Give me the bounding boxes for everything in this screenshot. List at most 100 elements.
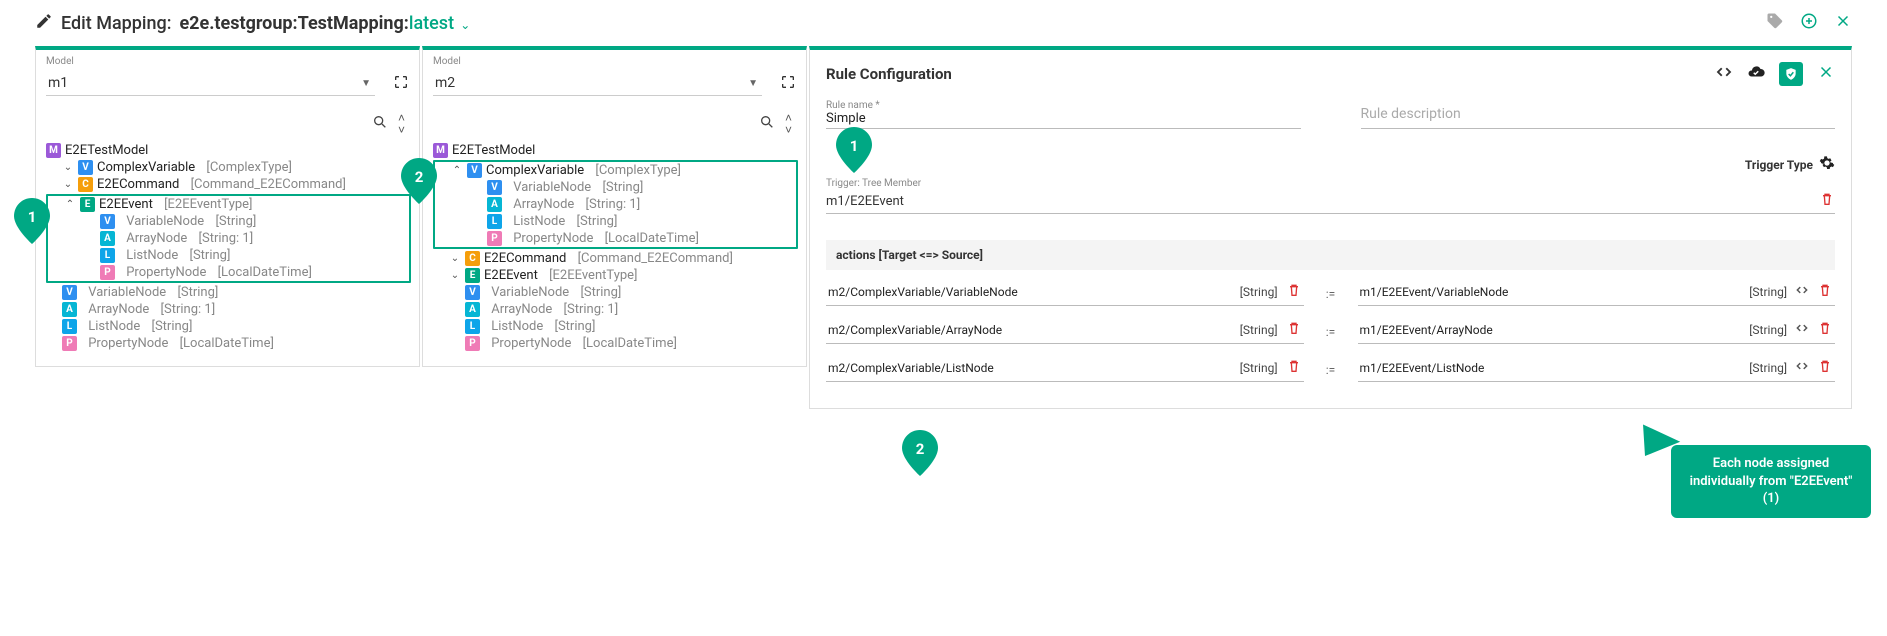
- tree-row[interactable]: V VariableNode [String]: [46, 284, 411, 301]
- action-target[interactable]: m2/ComplexVariable/ArrayNode [String]: [826, 320, 1304, 344]
- tree-row[interactable]: V VariableNode [String]: [435, 179, 796, 196]
- edit-icon: [35, 12, 53, 34]
- close-icon[interactable]: [1834, 12, 1852, 34]
- tree-row-root[interactable]: M E2ETestModel: [433, 142, 798, 159]
- page-title-label: Edit Mapping:: [61, 13, 171, 34]
- tree-row[interactable]: L ListNode [String]: [46, 318, 411, 335]
- badge-V-icon: V: [62, 285, 77, 300]
- rule-name-field[interactable]: Rule name * Simple: [826, 100, 1301, 129]
- chevron-down-icon[interactable]: ⌄: [62, 162, 74, 173]
- panels-container: Model m1 ▼ ˄˅ M E2ETestModel ⌄ V: [0, 46, 1887, 439]
- callout-marker-2-rule: 2: [902, 430, 938, 476]
- action-row: m2/ComplexVariable/VariableNode [String]…: [826, 282, 1835, 306]
- trigger-type-label: Trigger Type: [1745, 158, 1813, 172]
- chevron-down-icon[interactable]: ⌄: [62, 179, 74, 190]
- caret-down-icon: ▼: [748, 78, 758, 89]
- code-icon[interactable]: [1715, 63, 1733, 85]
- callout-marker-1: 1: [14, 198, 50, 244]
- note-callout: Each node assigned individually from "E2…: [1671, 445, 1871, 518]
- rule-desc-field[interactable]: Rule description: [1361, 100, 1836, 129]
- fullscreen-icon[interactable]: [780, 74, 796, 94]
- badge-A-icon: A: [487, 197, 502, 212]
- shield-check-icon[interactable]: [1779, 62, 1803, 86]
- chevron-down-icon[interactable]: ⌄: [449, 270, 461, 281]
- tree-row[interactable]: A ArrayNode [String: 1]: [46, 301, 411, 318]
- tree-row[interactable]: A ArrayNode [String: 1]: [48, 230, 409, 247]
- model-panel-m1: Model m1 ▼ ˄˅ M E2ETestModel ⌄ V: [35, 46, 420, 367]
- tree-row[interactable]: L ListNode [String]: [435, 213, 796, 230]
- badge-L-icon: L: [465, 319, 480, 334]
- tree-row[interactable]: ⌄ V ComplexVariable [ComplexType]: [46, 159, 411, 176]
- tree-row[interactable]: A ArrayNode [String: 1]: [435, 196, 796, 213]
- model-select-m1[interactable]: m1 ▼: [46, 71, 375, 96]
- model-panel-m2: Model m2 ▼ ˄˅ M E2ETestModel ⌃: [422, 46, 807, 367]
- code-icon[interactable]: [1795, 359, 1809, 376]
- tag-icon[interactable]: [1766, 12, 1784, 34]
- delete-icon[interactable]: [1819, 191, 1835, 211]
- tree-row[interactable]: ⌄ C E2ECommand [Command_E2ECommand]: [433, 250, 798, 267]
- fullscreen-icon[interactable]: [393, 74, 409, 94]
- delete-icon[interactable]: [1817, 320, 1833, 339]
- chevron-down-icon[interactable]: ⌄: [457, 18, 470, 32]
- tree-row-e2eevent[interactable]: ⌃ E E2EEvent [E2EEventType]: [48, 196, 409, 213]
- mapping-version[interactable]: latest: [409, 13, 454, 34]
- tree-row[interactable]: P PropertyNode [LocalDateTime]: [48, 264, 409, 281]
- tree-row[interactable]: A ArrayNode [String: 1]: [433, 301, 798, 318]
- action-target[interactable]: m2/ComplexVariable/ListNode [String]: [826, 358, 1304, 382]
- actions-list: m2/ComplexVariable/VariableNode [String]…: [826, 282, 1835, 382]
- tree-row[interactable]: P PropertyNode [LocalDateTime]: [46, 335, 411, 352]
- code-icon[interactable]: [1795, 321, 1809, 338]
- chevron-up-icon[interactable]: ⌃: [64, 199, 76, 210]
- rule-config-panel: Rule Configuration Rule name * Simple Ru…: [809, 46, 1852, 409]
- tree-row[interactable]: L ListNode [String]: [48, 247, 409, 264]
- badge-P-icon: P: [487, 231, 502, 246]
- page-header: Edit Mapping: e2e.testgroup:TestMapping:…: [0, 0, 1887, 46]
- gear-icon[interactable]: [1819, 155, 1835, 174]
- chevron-down-icon[interactable]: ⌄: [449, 253, 461, 264]
- action-source[interactable]: m1/E2EEvent/ListNode [String]: [1358, 358, 1836, 382]
- assign-operator: :=: [1322, 325, 1340, 339]
- delete-icon[interactable]: [1817, 282, 1833, 301]
- expand-collapse-icon[interactable]: ˄˅: [398, 112, 405, 136]
- badge-V-icon: V: [467, 163, 482, 178]
- action-row: m2/ComplexVariable/ListNode [String] := …: [826, 358, 1835, 382]
- delete-icon[interactable]: [1286, 320, 1302, 339]
- model-select-m2[interactable]: m2 ▼: [433, 71, 762, 96]
- search-icon[interactable]: [372, 114, 388, 134]
- actions-header: actions [Target <=> Source]: [826, 240, 1835, 270]
- tree-row[interactable]: P PropertyNode [LocalDateTime]: [435, 230, 796, 247]
- tree-row-complexvar[interactable]: ⌃ V ComplexVariable [ComplexType]: [435, 162, 796, 179]
- model-tree-m2: M E2ETestModel ⌃ V ComplexVariable [Comp…: [423, 142, 806, 366]
- search-icon[interactable]: [759, 114, 775, 134]
- badge-C-icon: C: [78, 177, 93, 192]
- chevron-up-icon[interactable]: ⌃: [451, 165, 463, 176]
- delete-icon[interactable]: [1286, 358, 1302, 377]
- trigger-value-row[interactable]: m1/E2EEvent: [826, 189, 1835, 214]
- badge-L-icon: L: [100, 248, 115, 263]
- caret-down-icon: ▼: [361, 78, 371, 89]
- cloud-check-icon[interactable]: [1747, 63, 1765, 85]
- tree-row[interactable]: V VariableNode [String]: [433, 284, 798, 301]
- action-source[interactable]: m1/E2EEvent/ArrayNode [String]: [1358, 320, 1836, 344]
- action-row: m2/ComplexVariable/ArrayNode [String] :=…: [826, 320, 1835, 344]
- trigger-block: Trigger Type Trigger: Tree Member m1/E2E…: [826, 155, 1835, 214]
- tree-row[interactable]: ⌄ C E2ECommand [Command_E2ECommand]: [46, 176, 411, 193]
- delete-icon[interactable]: [1286, 282, 1302, 301]
- highlighted-group: ⌃ V ComplexVariable [ComplexType] V Vari…: [433, 160, 798, 249]
- expand-collapse-icon[interactable]: ˄˅: [785, 112, 792, 136]
- add-circle-icon[interactable]: [1800, 12, 1818, 34]
- action-target[interactable]: m2/ComplexVariable/VariableNode [String]: [826, 282, 1304, 306]
- tree-row[interactable]: ⌄ E E2EEvent [E2EEventType]: [433, 267, 798, 284]
- model-tree-m1: M E2ETestModel ⌄ V ComplexVariable [Comp…: [36, 142, 419, 366]
- tree-row[interactable]: L ListNode [String]: [433, 318, 798, 335]
- tree-row[interactable]: V VariableNode [String]: [48, 213, 409, 230]
- model-label: Model: [36, 50, 419, 67]
- tree-row[interactable]: P PropertyNode [LocalDateTime]: [433, 335, 798, 352]
- tree-row-root[interactable]: M E2ETestModel: [46, 142, 411, 159]
- callout-marker-2: 2: [401, 158, 437, 204]
- rule-config-title: Rule Configuration: [826, 65, 952, 83]
- close-icon[interactable]: [1817, 63, 1835, 85]
- code-icon[interactable]: [1795, 283, 1809, 300]
- delete-icon[interactable]: [1817, 358, 1833, 377]
- action-source[interactable]: m1/E2EEvent/VariableNode [String]: [1358, 282, 1836, 306]
